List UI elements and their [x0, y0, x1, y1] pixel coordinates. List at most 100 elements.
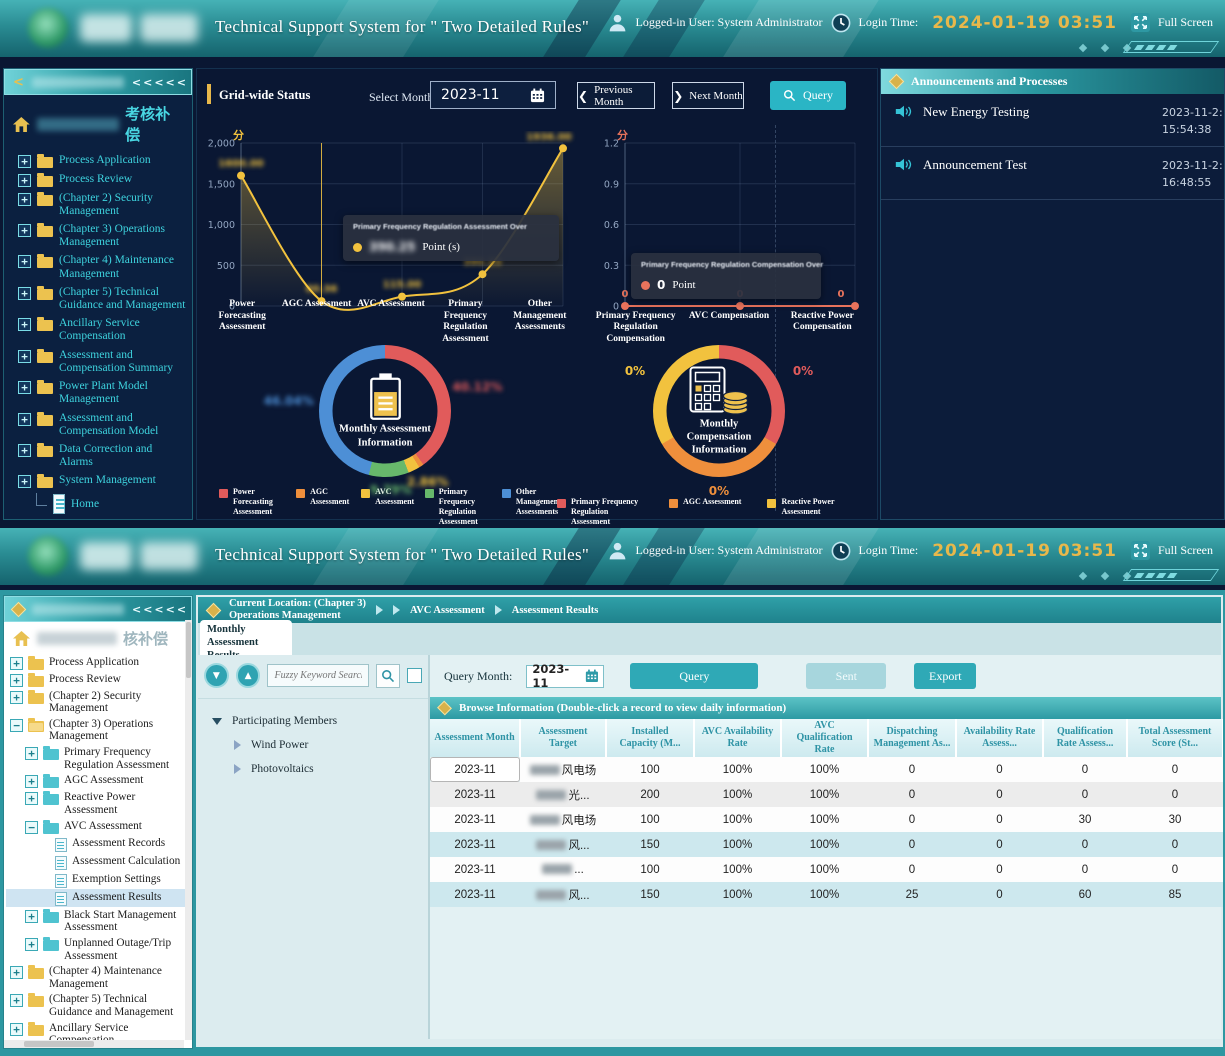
sidebar-item-home[interactable]: Home: [6, 491, 190, 517]
column-header[interactable]: Installed Capacity (M...: [606, 719, 694, 757]
value-cell[interactable]: 100%: [694, 757, 781, 782]
value-cell[interactable]: 0: [1043, 757, 1127, 782]
value-cell[interactable]: 0: [956, 807, 1043, 832]
expand-plus-icon[interactable]: +: [18, 255, 31, 268]
expand-plus-icon[interactable]: +: [18, 318, 31, 331]
triangle-right-icon[interactable]: [234, 764, 241, 774]
table-row[interactable]: 2023-11 风... 150100%100%2506085: [430, 882, 1223, 907]
search-button[interactable]: [376, 664, 400, 688]
value-cell[interactable]: 100: [606, 807, 694, 832]
value-cell[interactable]: 100%: [781, 882, 868, 907]
filter-checkbox[interactable]: [407, 668, 422, 683]
previous-month-button[interactable]: ❮Previous Month: [577, 82, 655, 109]
triangle-down-icon[interactable]: [212, 718, 222, 725]
sidebar-item[interactable]: Exemption Settings: [6, 871, 190, 889]
members-root-node[interactable]: Participating Members: [212, 709, 428, 733]
value-cell[interactable]: 0: [868, 782, 956, 807]
assessment-month-cell[interactable]: 2023-11: [430, 782, 520, 807]
value-cell[interactable]: 100%: [781, 782, 868, 807]
column-header[interactable]: Qualification Rate Assess...: [1043, 719, 1127, 757]
table-row[interactable]: 2023-11 风电场 100100%100%003030: [430, 807, 1223, 832]
value-cell[interactable]: 0: [956, 832, 1043, 857]
sidebar-item[interactable]: +Process Application: [6, 654, 190, 671]
table-row[interactable]: 2023-11 风电场 100100%100%0000: [430, 757, 1223, 782]
value-cell[interactable]: 0: [1043, 782, 1127, 807]
sidebar-item[interactable]: + Assessment and Compensation Summary: [6, 346, 190, 377]
sidebar-item[interactable]: Assessment Calculation: [6, 853, 190, 871]
value-cell[interactable]: 0: [1127, 782, 1223, 807]
assessment-target-cell[interactable]: 风电场: [520, 807, 606, 832]
value-cell[interactable]: 100%: [694, 832, 781, 857]
value-cell[interactable]: 0: [1127, 757, 1223, 782]
value-cell[interactable]: 0: [956, 757, 1043, 782]
value-cell[interactable]: 30: [1127, 807, 1223, 832]
sidebar-item[interactable]: + (Chapter 5) Technical Guidance and Man…: [6, 283, 190, 314]
sidebar-item[interactable]: + (Chapter 4) Maintenance Management: [6, 252, 190, 283]
sidebar-item[interactable]: +AGC Assessment: [6, 773, 190, 790]
value-cell[interactable]: 85: [1127, 882, 1223, 907]
top-sidebar-header[interactable]: < <<<<<: [4, 69, 192, 95]
fullscreen-label[interactable]: Full Screen: [1158, 15, 1213, 30]
value-cell[interactable]: 100%: [694, 857, 781, 882]
sidebar-item[interactable]: + Assessment and Compensation Model: [6, 409, 190, 440]
value-cell[interactable]: 0: [1043, 857, 1127, 882]
assessment-month-cell[interactable]: 2023-11: [430, 757, 520, 782]
collapse-minus-icon[interactable]: −: [10, 719, 23, 732]
sidebar-item[interactable]: + Data Correction and Alarms: [6, 441, 190, 472]
fullscreen-label[interactable]: Full Screen: [1158, 543, 1213, 558]
bottom-sidebar-header[interactable]: <<<<<: [4, 596, 192, 622]
collapse-arrow-icon[interactable]: <: [13, 76, 24, 89]
column-header[interactable]: AVC Qualification Rate: [781, 719, 868, 757]
table-row[interactable]: 2023-11 光... 200100%100%0000: [430, 782, 1223, 807]
legend-item[interactable]: Primary Frequency Regulation Assessment: [425, 487, 502, 527]
expand-plus-icon[interactable]: +: [18, 475, 31, 488]
fullscreen-icon[interactable]: [1131, 541, 1150, 560]
expand-all-button[interactable]: ▼: [204, 663, 229, 688]
sidebar-item[interactable]: + Process Review: [6, 170, 190, 189]
expand-plus-icon[interactable]: +: [18, 350, 31, 363]
table-row[interactable]: 2023-11 ... 100100%100%0000: [430, 857, 1223, 882]
expand-plus-icon[interactable]: +: [18, 174, 31, 187]
query-button[interactable]: Query: [630, 663, 758, 689]
value-cell[interactable]: 0: [1127, 832, 1223, 857]
collapse-all-button[interactable]: ▲: [236, 663, 261, 688]
sidebar-item[interactable]: +Black Start Management Assessment: [6, 907, 190, 935]
legend-item[interactable]: Reactive Power Assessment: [767, 497, 853, 517]
value-cell[interactable]: 150: [606, 882, 694, 907]
expand-plus-icon[interactable]: +: [25, 792, 38, 805]
value-cell[interactable]: 100: [606, 857, 694, 882]
assessment-month-cell[interactable]: 2023-11: [430, 882, 520, 907]
collapse-minus-icon[interactable]: −: [25, 821, 38, 834]
collapse-arrows-icon[interactable]: <<<<<: [132, 76, 188, 89]
fullscreen-icon[interactable]: [1131, 13, 1150, 32]
value-cell[interactable]: 0: [1127, 857, 1223, 882]
assessment-target-cell[interactable]: 光...: [520, 782, 606, 807]
members-node-wind[interactable]: Wind Power: [212, 733, 428, 757]
value-cell[interactable]: 0: [956, 857, 1043, 882]
export-button[interactable]: Export: [914, 663, 976, 689]
value-cell[interactable]: 100%: [781, 857, 868, 882]
value-cell[interactable]: 25: [868, 882, 956, 907]
collapse-arrows-icon[interactable]: <<<<<: [132, 603, 188, 616]
expand-plus-icon[interactable]: +: [18, 287, 31, 300]
sidebar-item[interactable]: +Process Review: [6, 671, 190, 688]
legend-item[interactable]: Power Forecasting Assessment: [219, 487, 296, 517]
assessment-month-cell[interactable]: 2023-11: [430, 832, 520, 857]
sidebar-item[interactable]: +(Chapter 4) Maintenance Management: [6, 964, 190, 992]
expand-plus-icon[interactable]: +: [10, 657, 23, 670]
value-cell[interactable]: 0: [868, 857, 956, 882]
assessment-target-cell[interactable]: ...: [520, 857, 606, 882]
vertical-scrollbar[interactable]: [185, 620, 192, 1040]
value-cell[interactable]: 0: [868, 832, 956, 857]
tab-monthly-assessment-results[interactable]: Monthly Assessment Results: [200, 620, 292, 655]
column-header[interactable]: AVC Availability Rate: [694, 719, 781, 757]
assessment-target-cell[interactable]: 风...: [520, 882, 606, 907]
announcement-item[interactable]: Announcement Test 2023-11-2:16:48:55: [881, 147, 1224, 200]
horizontal-scrollbar[interactable]: [4, 1040, 184, 1048]
members-node-pv[interactable]: Photovoltaics: [212, 757, 428, 781]
sidebar-item[interactable]: + (Chapter 3) Operations Management: [6, 220, 190, 251]
column-header[interactable]: Dispatching Management As...: [868, 719, 956, 757]
value-cell[interactable]: 100%: [694, 882, 781, 907]
value-cell[interactable]: 100%: [781, 832, 868, 857]
sidebar-item[interactable]: +Primary Frequency Regulation Assessment: [6, 745, 190, 773]
